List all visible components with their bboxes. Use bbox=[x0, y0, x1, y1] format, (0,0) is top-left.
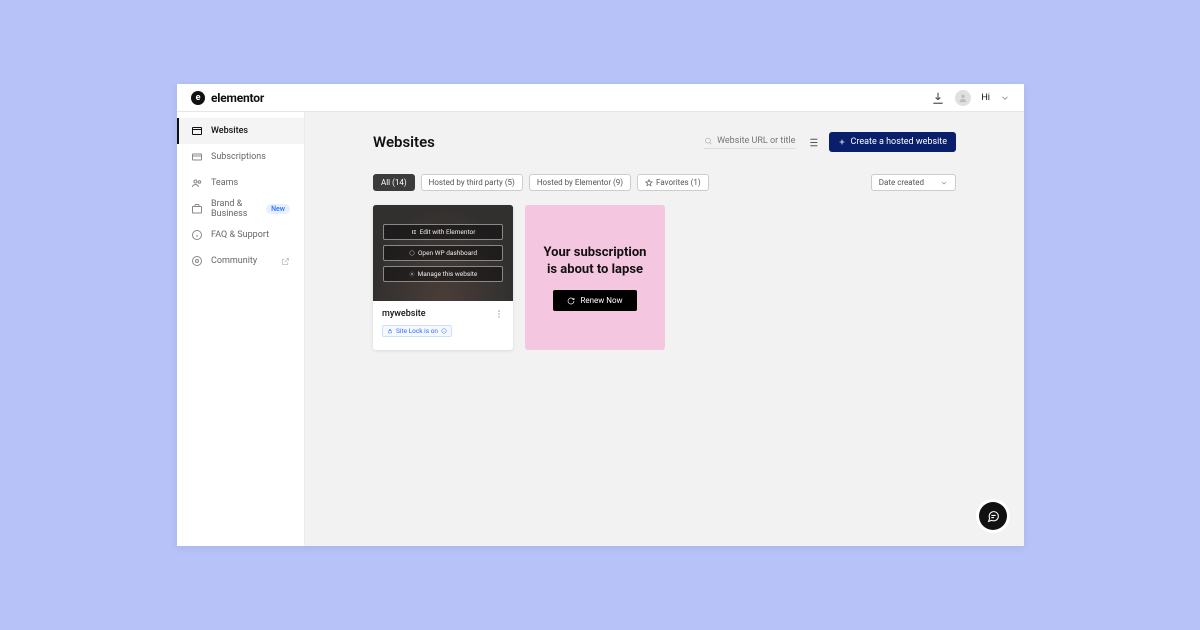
sidebar-item-teams[interactable]: Teams bbox=[177, 170, 304, 196]
star-icon bbox=[645, 179, 653, 187]
external-link-icon bbox=[281, 257, 290, 266]
manage-website-button[interactable]: Manage this website bbox=[383, 266, 503, 282]
wordpress-icon bbox=[409, 250, 415, 256]
websites-icon bbox=[191, 125, 203, 137]
kebab-menu-icon[interactable] bbox=[494, 309, 504, 319]
list-view-icon[interactable] bbox=[806, 136, 819, 149]
elementor-icon bbox=[411, 229, 417, 235]
info-icon bbox=[441, 328, 447, 334]
brand-text: elementor bbox=[211, 91, 264, 105]
content-header: Websites Create a hosted website bbox=[373, 132, 956, 152]
filter-row: All (14) Hosted by third party (5) Hoste… bbox=[373, 174, 956, 191]
website-title: mywebsite bbox=[382, 309, 426, 319]
create-button-label: Create a hosted website bbox=[851, 137, 947, 147]
elementor-icon: e bbox=[191, 91, 205, 105]
search-input[interactable] bbox=[717, 136, 795, 146]
sort-dropdown[interactable]: Date created bbox=[871, 174, 956, 191]
filter-all[interactable]: All (14) bbox=[373, 174, 415, 191]
website-card[interactable]: Edit with Elementor Open WP dashboard Ma… bbox=[373, 205, 513, 350]
sidebar: Websites Subscriptions Teams Brand & Bus… bbox=[177, 112, 305, 546]
teams-icon bbox=[191, 177, 203, 189]
sidebar-item-label: Websites bbox=[211, 126, 248, 136]
greeting-label: Hi bbox=[981, 93, 990, 103]
avatar[interactable] bbox=[955, 90, 971, 106]
create-website-button[interactable]: Create a hosted website bbox=[829, 132, 956, 152]
community-icon bbox=[191, 255, 203, 267]
cards-grid: Edit with Elementor Open WP dashboard Ma… bbox=[373, 205, 956, 350]
filter-fav-label: Favorites (1) bbox=[656, 178, 701, 187]
info-icon bbox=[191, 229, 203, 241]
new-badge: New bbox=[266, 204, 290, 214]
card-body: mywebsite Site Lock is on bbox=[373, 301, 513, 348]
search-input-wrap[interactable] bbox=[704, 136, 796, 149]
sidebar-item-brand[interactable]: Brand & Business New bbox=[177, 196, 304, 222]
sort-label: Date created bbox=[879, 178, 924, 187]
renew-now-button[interactable]: Renew Now bbox=[553, 290, 636, 311]
promo-headline: Your subscription is about to lapse bbox=[544, 244, 647, 279]
subscription-promo-card: Your subscription is about to lapse Rene… bbox=[525, 205, 665, 350]
subscriptions-icon bbox=[191, 151, 203, 163]
sidebar-item-community[interactable]: Community bbox=[177, 248, 304, 274]
card-preview: Edit with Elementor Open WP dashboard Ma… bbox=[373, 205, 513, 301]
page-title: Websites bbox=[373, 133, 435, 151]
lock-icon bbox=[387, 328, 393, 334]
chevron-down-icon bbox=[940, 179, 948, 187]
sidebar-item-websites[interactable]: Websites bbox=[177, 118, 304, 144]
search-icon bbox=[704, 136, 713, 146]
main-content: Websites Create a hosted website All (14… bbox=[305, 112, 1024, 546]
chat-icon bbox=[987, 510, 1000, 523]
brand-logo[interactable]: e elementor bbox=[191, 91, 264, 105]
sidebar-item-subscriptions[interactable]: Subscriptions bbox=[177, 144, 304, 170]
refresh-icon bbox=[567, 297, 575, 305]
briefcase-icon bbox=[191, 203, 203, 215]
gear-icon bbox=[409, 271, 415, 277]
chevron-down-icon[interactable] bbox=[1000, 93, 1010, 103]
plus-icon bbox=[838, 138, 846, 146]
filter-thirdparty[interactable]: Hosted by third party (5) bbox=[421, 174, 523, 191]
sidebar-item-faq[interactable]: FAQ & Support bbox=[177, 222, 304, 248]
sidebar-item-label: Teams bbox=[211, 178, 238, 188]
edit-with-elementor-button[interactable]: Edit with Elementor bbox=[383, 224, 503, 240]
filter-elementor[interactable]: Hosted by Elementor (9) bbox=[529, 174, 631, 191]
site-lock-badge[interactable]: Site Lock is on bbox=[382, 325, 452, 337]
sidebar-item-label: Subscriptions bbox=[211, 152, 266, 162]
sidebar-item-label: FAQ & Support bbox=[211, 230, 269, 240]
download-icon[interactable] bbox=[931, 91, 945, 105]
chat-fab[interactable] bbox=[979, 502, 1007, 530]
sidebar-item-label: Community bbox=[211, 256, 257, 266]
open-wp-button[interactable]: Open WP dashboard bbox=[383, 245, 503, 261]
filter-favorites[interactable]: Favorites (1) bbox=[637, 174, 709, 191]
topbar: e elementor Hi bbox=[177, 84, 1024, 112]
app-window: e elementor Hi Websites Subscriptions Te… bbox=[177, 84, 1024, 546]
sidebar-item-label: Brand & Business bbox=[211, 199, 258, 219]
topbar-actions: Hi bbox=[931, 90, 1010, 106]
